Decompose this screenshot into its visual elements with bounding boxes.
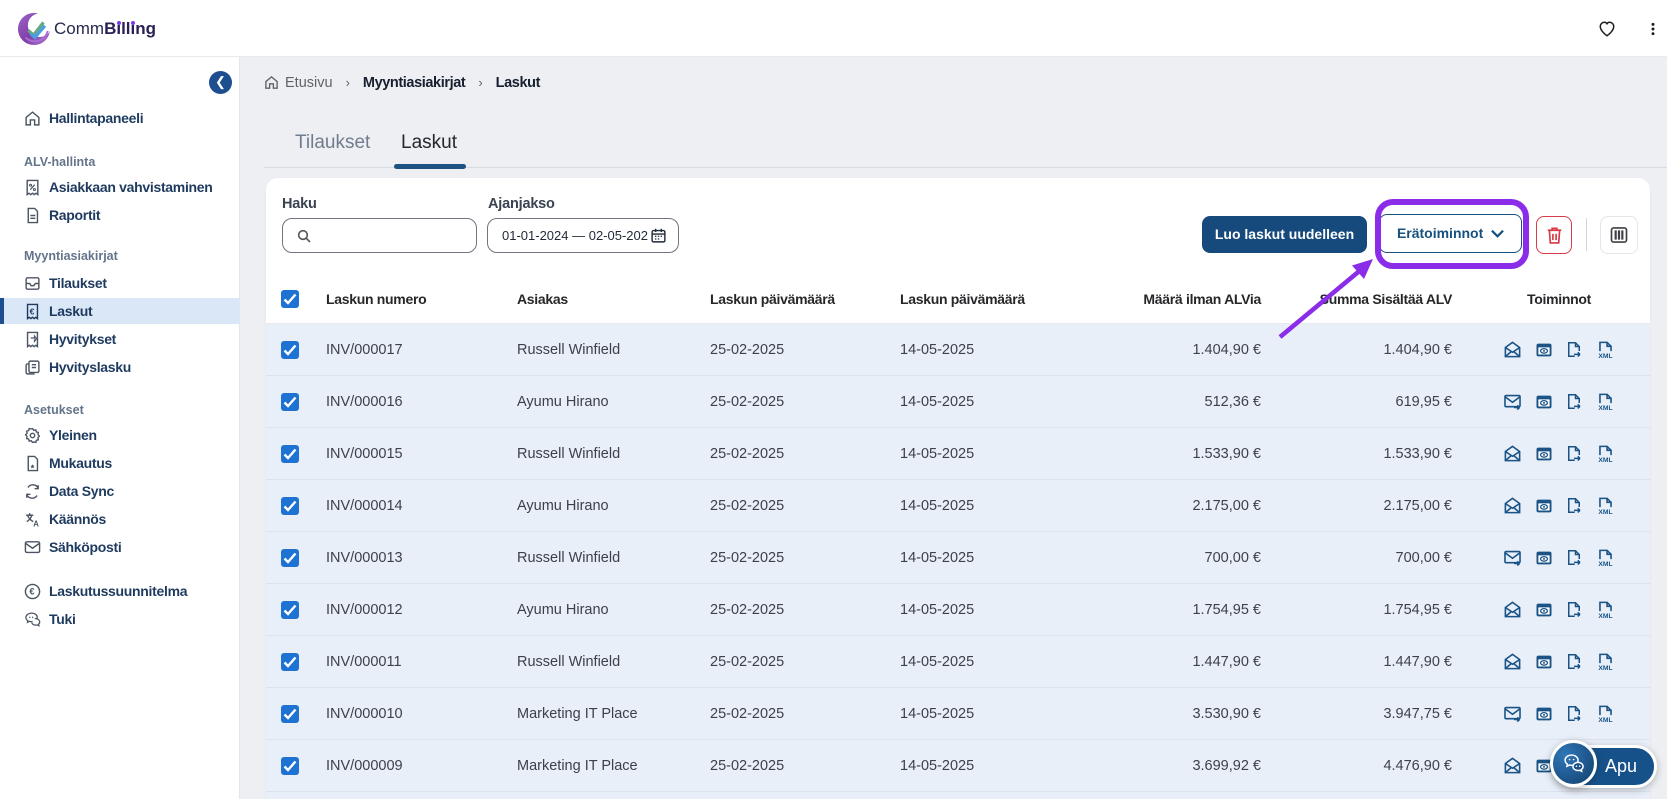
svg-text:XML: XML: [1598, 405, 1612, 411]
svg-text:XML: XML: [1598, 717, 1612, 723]
svg-text:XML: XML: [1598, 353, 1612, 359]
svg-text:A: A: [33, 519, 39, 527]
svg-text:XML: XML: [1598, 509, 1612, 515]
svg-text:€: €: [29, 586, 34, 596]
svg-text:€: €: [30, 306, 35, 316]
svg-text:XML: XML: [1598, 613, 1612, 619]
svg-text:XML: XML: [1598, 561, 1612, 567]
svg-text:XML: XML: [1598, 665, 1612, 671]
svg-text:XML: XML: [1598, 457, 1612, 463]
